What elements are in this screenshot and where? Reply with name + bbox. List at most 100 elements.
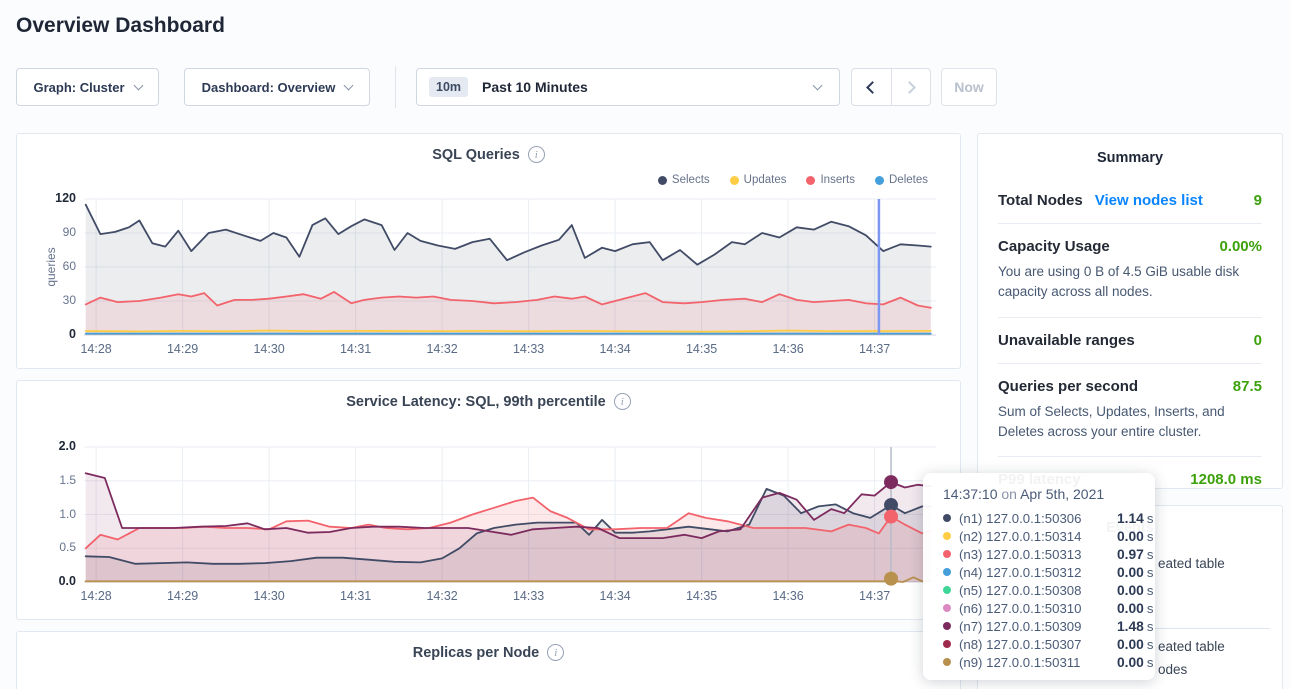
graph-dropdown-label: Graph: Cluster [33, 80, 124, 95]
node-color-dot [943, 568, 951, 576]
event-text-fragment: eated table [1158, 556, 1225, 571]
time-pager [851, 68, 931, 106]
service-latency-card: Service Latency: SQL, 99th percentile i … [16, 380, 961, 620]
x-axis-tick: 14:36 [758, 589, 818, 603]
summary-item-capacity-usage: Capacity Usage 0.00% You are using 0 B o… [998, 223, 1262, 317]
y-axis-tick: 30 [32, 293, 76, 307]
y-axis-tick: 120 [32, 191, 76, 205]
node-color-dot [943, 640, 951, 648]
node-address: (n4) 127.0.0.1:50312 [959, 565, 1117, 580]
legend-item-deletes[interactable]: Deletes [875, 174, 928, 186]
x-axis-tick: 14:37 [845, 342, 905, 356]
tooltip-node-row: (n2) 127.0.0.1:503140.00s [943, 527, 1155, 545]
y-axis-tick: 60 [32, 259, 76, 273]
node-latency-value: 0.97 [1117, 547, 1144, 562]
x-axis-tick: 14:36 [758, 342, 818, 356]
event-text-fragment: odes [1158, 662, 1187, 677]
x-axis-tick: 14:28 [66, 589, 126, 603]
tooltip-node-row: (n5) 127.0.0.1:503080.00s [943, 581, 1155, 599]
legend-label: Selects [672, 174, 710, 186]
summary-label: Unavailable ranges [998, 332, 1135, 349]
summary-description: You are using 0 B of 4.5 GiB usable disk… [998, 262, 1262, 303]
sql-queries-plot[interactable] [84, 199, 936, 335]
summary-description: Sum of Selects, Updates, Inserts, and De… [998, 402, 1262, 443]
legend-label: Deletes [889, 174, 928, 186]
y-axis-tick: 0.0 [32, 574, 76, 588]
node-latency-value: 0.00 [1117, 583, 1144, 598]
x-axis-tick: 14:29 [153, 589, 213, 603]
node-address: (n7) 127.0.0.1:50309 [959, 619, 1117, 634]
latency-unit: s [1147, 637, 1154, 652]
legend-dot [806, 176, 815, 185]
legend-dot [730, 176, 739, 185]
x-axis-tick: 14:35 [672, 589, 732, 603]
node-address: (n5) 127.0.0.1:50308 [959, 583, 1117, 598]
info-icon[interactable]: i [547, 644, 564, 661]
node-latency-value: 1.14 [1117, 511, 1144, 526]
node-color-dot [943, 550, 951, 558]
prev-time-button[interactable] [852, 69, 891, 105]
summary-item-unavailable-ranges: Unavailable ranges 0 [998, 317, 1262, 363]
node-address: (n9) 127.0.0.1:50311 [959, 655, 1117, 670]
now-button[interactable]: Now [941, 68, 997, 106]
node-address: (n3) 127.0.0.1:50313 [959, 547, 1117, 562]
summary-value: 0.00% [1219, 238, 1262, 255]
node-latency-value: 1.48 [1117, 619, 1144, 634]
latency-unit: s [1147, 619, 1154, 634]
node-latency-value: 0.00 [1117, 565, 1144, 580]
node-latency-value: 0.00 [1117, 655, 1144, 670]
view-nodes-list-link[interactable]: View nodes list [1095, 192, 1203, 209]
legend-label: Updates [744, 174, 787, 186]
tooltip-node-row: (n8) 127.0.0.1:503070.00s [943, 635, 1155, 653]
node-address: (n6) 127.0.0.1:50310 [959, 601, 1117, 616]
node-latency-value: 0.00 [1117, 529, 1144, 544]
x-axis-tick: 14:33 [499, 342, 559, 356]
service-latency-plot[interactable] [84, 447, 936, 582]
x-axis-tick: 14:34 [585, 342, 645, 356]
x-axis-tick: 14:29 [153, 342, 213, 356]
tooltip-node-row: (n9) 127.0.0.1:503110.00s [943, 653, 1155, 671]
summary-label: Queries per second [998, 378, 1138, 395]
chevron-right-icon [903, 81, 916, 94]
chart-hover-tooltip: 14:37:10 on Apr 5th, 2021 (n1) 127.0.0.1… [923, 473, 1155, 680]
time-window-badge: 10m [429, 77, 468, 97]
next-time-button[interactable] [891, 69, 930, 105]
legend-item-selects[interactable]: Selects [658, 174, 710, 186]
summary-panel: Summary Total Nodes View nodes list 9 Ca… [977, 133, 1283, 489]
info-icon[interactable]: i [528, 146, 545, 163]
graph-dropdown[interactable]: Graph: Cluster [16, 68, 159, 106]
latency-unit: s [1147, 547, 1154, 562]
latency-unit: s [1147, 565, 1154, 580]
tooltip-node-row: (n6) 127.0.0.1:503100.00s [943, 599, 1155, 617]
legend-dot [658, 176, 667, 185]
legend-item-inserts[interactable]: Inserts [806, 174, 855, 186]
x-axis-tick: 14:33 [499, 589, 559, 603]
tooltip-node-row: (n4) 127.0.0.1:503120.00s [943, 563, 1155, 581]
info-icon[interactable]: i [614, 393, 631, 410]
node-color-dot [943, 586, 951, 594]
x-axis-tick: 14:31 [326, 342, 386, 356]
chart-title-replicas-per-node: Replicas per Node [413, 645, 540, 661]
tooltip-node-row: (n3) 127.0.0.1:503130.97s [943, 545, 1155, 563]
chevron-down-icon [813, 81, 823, 91]
summary-label: Capacity Usage [998, 238, 1110, 255]
x-axis-tick: 14:31 [326, 589, 386, 603]
chevron-down-icon [344, 81, 354, 91]
sql-queries-card: SQL Queries i Selects Updates Inserts Delet… [16, 133, 961, 369]
chart-title-sql-queries: SQL Queries [432, 147, 520, 163]
node-color-dot [943, 658, 951, 666]
legend-item-updates[interactable]: Updates [730, 174, 787, 186]
chart-title-service-latency: Service Latency: SQL, 99th percentile [346, 394, 606, 410]
y-axis-tick: 90 [32, 225, 76, 239]
summary-item-total-nodes: Total Nodes View nodes list 9 [998, 178, 1262, 223]
x-axis-tick: 14:28 [66, 342, 126, 356]
node-color-dot [943, 604, 951, 612]
node-latency-value: 0.00 [1117, 601, 1144, 616]
page-title: Overview Dashboard [16, 14, 225, 38]
dashboard-dropdown[interactable]: Dashboard: Overview [184, 68, 370, 106]
summary-value: 87.5 [1233, 378, 1262, 395]
summary-value: 9 [1254, 192, 1262, 209]
x-axis-tick: 14:35 [672, 342, 732, 356]
x-axis-tick: 14:37 [845, 589, 905, 603]
time-window-selector[interactable]: 10m Past 10 Minutes [416, 68, 840, 106]
